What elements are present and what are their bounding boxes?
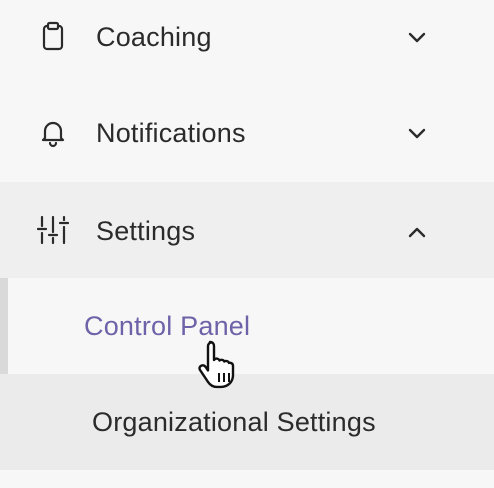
chevron-down-icon[interactable] bbox=[404, 121, 430, 147]
chevron-up-icon[interactable] bbox=[404, 219, 430, 245]
nav-item-notifications[interactable]: Notifications bbox=[0, 94, 494, 190]
nav-item-label: Coaching bbox=[96, 22, 212, 52]
active-indicator bbox=[0, 278, 8, 374]
nav-item-label: Notifications bbox=[96, 118, 246, 148]
nav-spacer bbox=[0, 470, 494, 488]
nav-item-coaching[interactable]: Coaching bbox=[0, 0, 494, 94]
bell-icon bbox=[41, 121, 65, 148]
nav-item-label: Settings bbox=[96, 216, 196, 246]
clipboard-icon bbox=[42, 21, 64, 51]
chevron-down-icon[interactable] bbox=[404, 25, 430, 51]
nav-item-settings[interactable]: Settings bbox=[0, 182, 494, 278]
hand-pointer-icon bbox=[198, 340, 235, 389]
sliders-icon bbox=[37, 215, 69, 245]
sidebar-nav: Coaching Notifications Settings Control … bbox=[0, 0, 494, 488]
